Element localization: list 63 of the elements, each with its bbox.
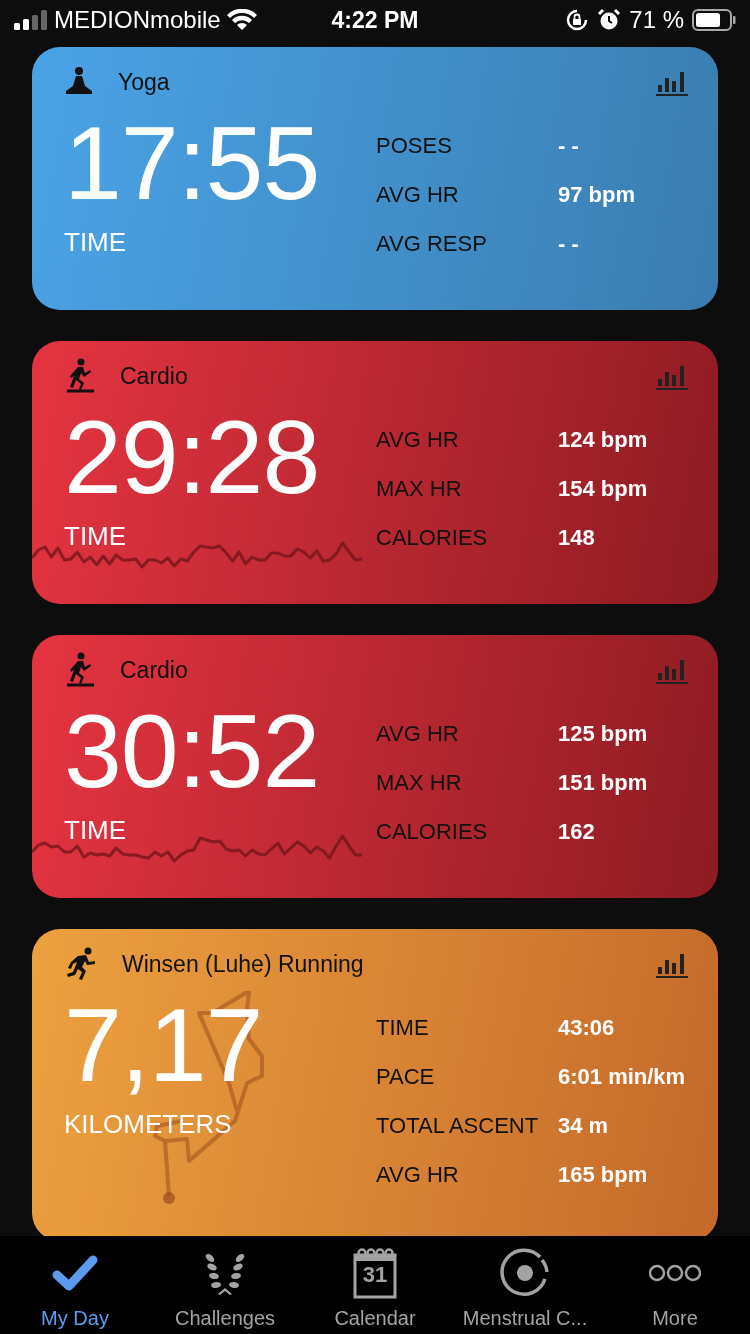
stat-value: 124 bpm — [558, 426, 648, 453]
calendar-icon — [353, 1247, 397, 1299]
main-unit: TIME — [64, 521, 128, 551]
tab-bar-item[interactable]: My Day — [0, 1236, 150, 1334]
stat-label: CALORIES — [376, 818, 489, 845]
stat-value: 97 bpm — [558, 181, 636, 208]
activity-card[interactable]: Cardio 30:52 TIME AVG HR 125 bpm MAX HR 151 bpm CALORIES 162 — [32, 635, 718, 898]
stat-label: PACE — [376, 1063, 436, 1090]
main-value: 29:28 — [64, 405, 321, 509]
activity-card[interactable]: Cardio 29:28 TIME AVG HR 124 bpm MAX HR 154 bpm CALORIES 148 — [32, 341, 718, 604]
stat-label: AVG HR — [376, 1161, 460, 1188]
battery-percentage: 71 % — [629, 6, 684, 34]
calendar-date: 31 — [361, 1262, 389, 1288]
stat-label: CALORIES — [376, 524, 489, 551]
stat-label: MAX HR — [376, 769, 463, 796]
carrier-name: MEDIONmobile — [54, 6, 221, 34]
main-value: 30:52 — [64, 699, 321, 803]
activity-title: Cardio — [120, 656, 189, 684]
stat-value: 125 bpm — [558, 720, 648, 747]
tab-bar-item[interactable]: More — [600, 1236, 750, 1334]
stat-label: AVG HR — [376, 720, 460, 747]
stat-value: 6:01 min/km — [558, 1063, 686, 1090]
battery-icon — [692, 9, 736, 31]
main-unit: TIME — [64, 227, 128, 257]
stat-label: TIME — [376, 1014, 430, 1041]
tab-bar-item[interactable]: 31 Calendar — [300, 1236, 450, 1334]
main-value: 17:55 — [64, 111, 321, 215]
main-unit: KILOMETERS — [64, 1109, 233, 1139]
status-time: 4:22 PM — [331, 6, 419, 34]
stat-value: 162 — [558, 818, 596, 845]
stat-label: AVG HR — [376, 181, 460, 208]
stat-label: TOTAL ASCENT — [376, 1112, 540, 1139]
wifi-icon — [226, 9, 257, 31]
tab-bar-item[interactable]: Menstrual C... — [450, 1236, 600, 1334]
activity-title: Yoga — [118, 68, 171, 96]
stat-value: 154 bpm — [558, 475, 648, 502]
activity-card[interactable]: Yoga 17:55 TIME POSES - - AVG HR 97 bpm AVG RESP - - — [32, 47, 718, 310]
stat-value: - - — [558, 230, 580, 257]
treadmill-runner-icon — [64, 652, 96, 688]
alarm-clock-icon — [597, 8, 622, 32]
activity-card[interactable]: Winsen (Luhe) Running 7,17 KILOMETERS TIME 43:06 PACE 6:01 min/km TOTAL ASCENT 34 m AVG HR 165 bpm — [32, 929, 718, 1236]
stat-value: 43:06 — [558, 1014, 616, 1041]
cycle-ring-icon — [500, 1248, 550, 1298]
stat-value: - - — [558, 132, 580, 159]
stat-value: 165 bpm — [558, 1161, 649, 1188]
main-value: 7,17 — [64, 993, 264, 1097]
main-unit: TIME — [64, 815, 128, 845]
activity-title: Winsen (Luhe) Running — [122, 950, 365, 978]
checkmark-icon — [51, 1253, 99, 1293]
stat-value: 34 m — [558, 1112, 610, 1139]
cellular-signal-icon — [14, 10, 48, 30]
activity-title: Cardio — [120, 362, 189, 390]
stat-label: AVG RESP — [376, 230, 488, 257]
runner-icon — [64, 947, 98, 981]
tab-bar-item[interactable]: Challenges — [150, 1236, 300, 1334]
stat-value: 151 bpm — [558, 769, 648, 796]
stat-label: MAX HR — [376, 475, 463, 502]
more-icon — [649, 1264, 701, 1282]
stat-label: POSES — [376, 132, 453, 159]
treadmill-runner-icon — [64, 358, 96, 394]
rotation-lock-icon — [565, 8, 590, 32]
stat-label: AVG HR — [376, 426, 460, 453]
stat-value: 148 — [558, 524, 596, 551]
